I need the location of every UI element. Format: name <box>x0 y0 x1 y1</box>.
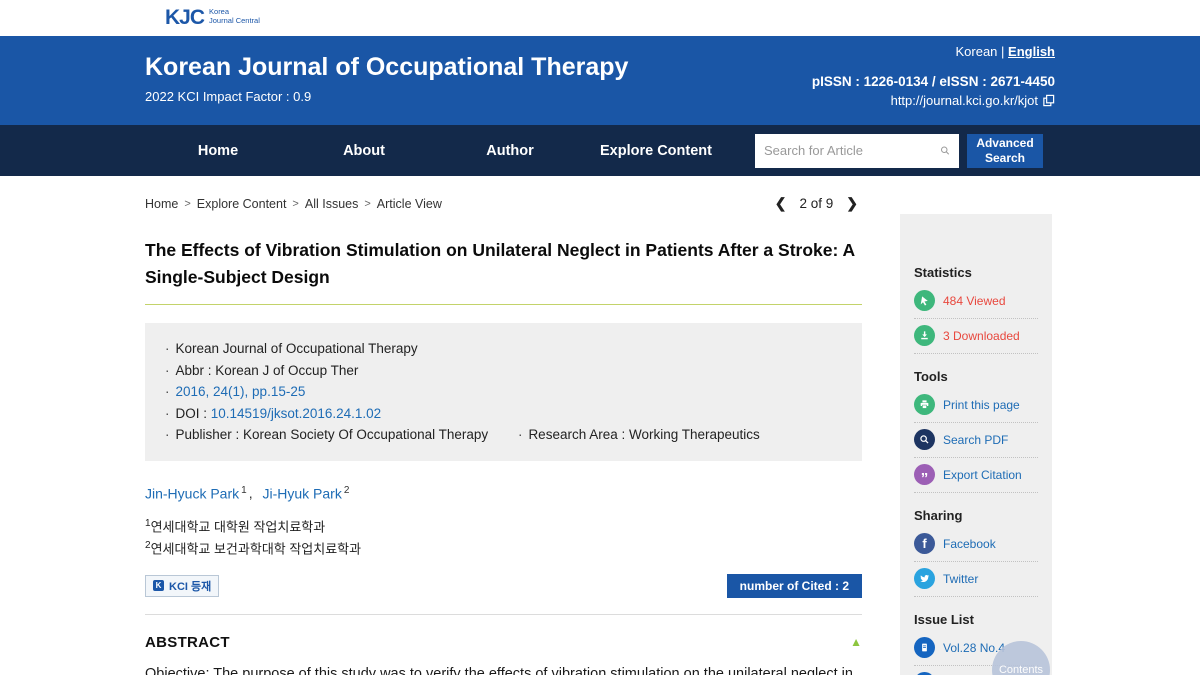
stat-viewed[interactable]: 484 Viewed <box>914 284 1038 319</box>
citation-icon: ” <box>914 464 935 485</box>
issue-list-heading: Issue List <box>914 612 1038 627</box>
nav-item-author[interactable]: Author <box>437 143 583 159</box>
article-search-box <box>755 134 959 168</box>
sharing-heading: Sharing <box>914 508 1038 523</box>
advanced-search-button[interactable]: Advanced Search <box>967 134 1043 168</box>
search-input[interactable] <box>764 143 940 158</box>
affiliation: 1연세대학교 대학원 작업치료학과 <box>145 514 862 536</box>
article-title: The Effects of Vibration Stimulation on … <box>145 237 862 291</box>
breadcrumb-explore-content[interactable]: Explore Content <box>197 197 287 211</box>
right-sidebar: Statistics 484 Viewed 3 Downloaded Tools <box>900 214 1052 675</box>
pager-position: 2 of 9 <box>799 196 833 211</box>
info-doi: ·DOI : 10.14519/jksot.2016.24.1.02 <box>165 403 842 425</box>
info-research-area: Research Area : Working Therapeutics <box>528 427 759 442</box>
viewed-icon <box>914 290 935 311</box>
issue-icon <box>914 637 935 658</box>
breadcrumb-all-issues[interactable]: All Issues <box>305 197 359 211</box>
journal-header: Korean Journal of Occupational Therapy 2… <box>0 36 1200 125</box>
tool-search-pdf[interactable]: Search PDF <box>914 423 1038 458</box>
pager-prev-icon[interactable]: ❮ <box>771 195 791 212</box>
author-list: Jin-Hyuck Park1, Ji-Hyuk Park2 <box>145 485 862 502</box>
abstract-heading: ABSTRACT <box>145 634 230 651</box>
copy-icon[interactable] <box>1042 94 1055 107</box>
downloaded-icon <box>914 325 935 346</box>
lang-korean-link[interactable]: Korean <box>955 44 997 59</box>
abstract-text: Objective: The purpose of this study was… <box>145 660 862 675</box>
affiliation: 2연세대학교 보건과학대학 작업치료학과 <box>145 536 862 558</box>
stat-downloaded[interactable]: 3 Downloaded <box>914 319 1038 354</box>
search-pdf-icon <box>914 429 935 450</box>
lang-english-link[interactable]: English <box>1008 44 1055 59</box>
kci-badge[interactable]: K KCI 등재 <box>145 575 219 597</box>
top-bar: KJC Korea Journal Central <box>0 0 1200 36</box>
pager-next-icon[interactable]: ❯ <box>842 195 862 212</box>
journal-url[interactable]: http://journal.kci.go.kr/kjot <box>891 93 1038 108</box>
article-info-box: ·Korean Journal of Occupational Therapy … <box>145 323 862 461</box>
issue-link[interactable]: 2016, 24(1), pp.15-25 <box>176 384 306 399</box>
kjc-logo[interactable]: KJC Korea Journal Central <box>165 6 260 30</box>
tool-export-citation[interactable]: ” Export Citation <box>914 458 1038 493</box>
info-issue: ·2016, 24(1), pp.15-25 <box>165 381 842 403</box>
search-icon[interactable] <box>940 142 950 159</box>
nav-item-explore-content[interactable]: Explore Content <box>583 143 729 159</box>
issn-text: pISSN : 1226-0134 / eISSN : 2671-4450 <box>812 74 1055 89</box>
title-divider <box>145 304 862 305</box>
info-journal: ·Korean Journal of Occupational Therapy <box>165 338 842 360</box>
breadcrumb-home[interactable]: Home <box>145 197 178 211</box>
info-abbr: ·Abbr : Korean J of Occup Ther <box>165 360 842 382</box>
nav-item-about[interactable]: About <box>291 143 437 159</box>
section-divider <box>145 614 862 615</box>
kjc-logo-text: KJC <box>165 6 204 30</box>
main-nav: Home About Author Explore Content Advanc… <box>0 125 1200 176</box>
collapse-triangle-icon[interactable]: ▲ <box>850 635 862 649</box>
language-switcher: Korean | English <box>812 44 1055 59</box>
breadcrumb: Home > Explore Content > All Issues > Ar… <box>145 195 862 212</box>
cited-count-badge[interactable]: number of Cited : 2 <box>727 574 862 598</box>
share-twitter[interactable]: Twitter <box>914 562 1038 597</box>
article-pager: ❮ 2 of 9 ❯ <box>771 195 862 212</box>
share-facebook[interactable]: f Facebook <box>914 527 1038 562</box>
tools-heading: Tools <box>914 369 1038 384</box>
author-link[interactable]: Ji-Hyuk Park <box>262 485 341 501</box>
nav-item-home[interactable]: Home <box>145 143 291 159</box>
doi-link[interactable]: 10.14519/jksot.2016.24.1.02 <box>211 406 381 421</box>
kjc-logo-subtext: Korea Journal Central <box>209 8 260 30</box>
print-icon <box>914 394 935 415</box>
affiliation-list: 1연세대학교 대학원 작업치료학과 2연세대학교 보건과학대학 작업치료학과 <box>145 514 862 559</box>
statistics-heading: Statistics <box>914 265 1038 280</box>
tool-print[interactable]: Print this page <box>914 388 1038 423</box>
breadcrumb-article-view[interactable]: Article View <box>377 197 442 211</box>
kci-badge-icon: K <box>153 580 164 591</box>
author-link[interactable]: Jin-Hyuck Park <box>145 485 239 501</box>
info-publisher: ·Publisher : Korean Society Of Occupatio… <box>165 424 842 446</box>
facebook-icon: f <box>914 533 935 554</box>
twitter-icon <box>914 568 935 589</box>
